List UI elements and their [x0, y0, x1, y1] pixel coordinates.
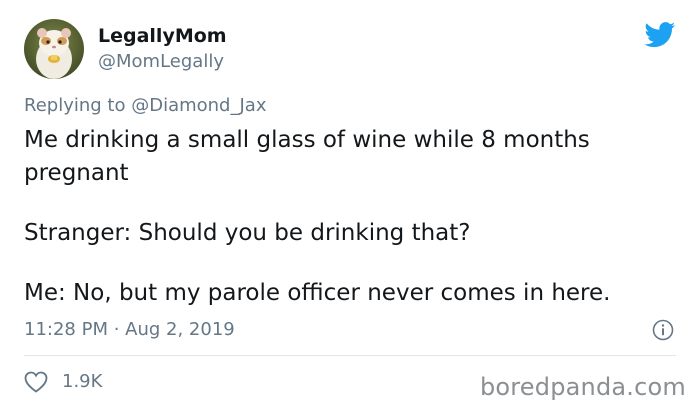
- tweet-timestamp[interactable]: 11:28 PM · Aug 2, 2019: [24, 318, 235, 342]
- like-button[interactable]: 1.9K: [24, 370, 102, 394]
- tweet-header: LegallyMom @MomLegally: [24, 18, 227, 80]
- divider: [24, 355, 676, 356]
- tweet-line-1: Me drinking a small glass of wine while …: [24, 127, 590, 186]
- tweet-text: Me drinking a small glass of wine while …: [24, 124, 674, 310]
- watermark: boredpanda.com: [479, 373, 686, 401]
- display-name[interactable]: LegallyMom: [98, 24, 227, 48]
- tweet-card: LegallyMom @MomLegally Replying to @Diam…: [0, 0, 700, 411]
- tweet-line-2: Stranger: Should you be drinking that?: [24, 220, 471, 246]
- reply-mention-link[interactable]: @Diamond_Jax: [131, 95, 266, 116]
- twitter-bird-icon[interactable]: [644, 22, 676, 48]
- replying-to-prefix: Replying to: [24, 95, 132, 116]
- replying-to: Replying to @Diamond_Jax: [24, 94, 266, 118]
- like-count: 1.9K: [62, 371, 103, 392]
- user-handle[interactable]: @MomLegally: [98, 50, 227, 74]
- info-icon[interactable]: [652, 319, 674, 341]
- heart-icon: [24, 371, 48, 393]
- tweet-line-3: Me: No, but my parole officer never come…: [24, 280, 611, 306]
- avatar[interactable]: [24, 19, 84, 79]
- author-names: LegallyMom @MomLegally: [98, 24, 227, 74]
- hamster-avatar-icon: [24, 19, 84, 79]
